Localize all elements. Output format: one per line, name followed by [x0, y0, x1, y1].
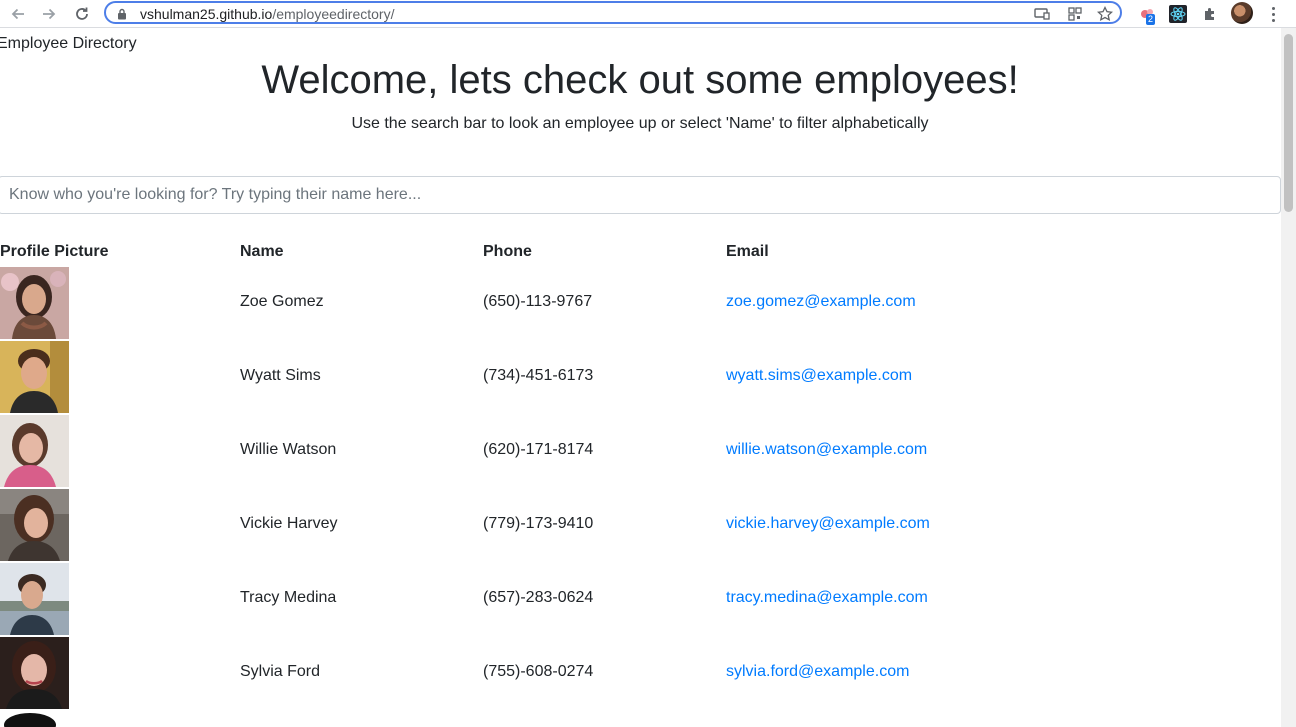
profile-picture [0, 563, 69, 635]
page-title: Welcome, lets check out some employees! [261, 58, 1019, 102]
table-row: Tracy Medina (657)-283-0624 tracy.medina… [0, 563, 1280, 637]
table-row: Sylvia Ford (755)-608-0274 sylvia.ford@e… [0, 637, 1280, 711]
employee-name: Zoe Gomez [240, 293, 324, 310]
employee-name: Vickie Harvey [240, 515, 338, 532]
scrollbar-thumb[interactable] [1284, 34, 1293, 212]
extensions-menu-button[interactable] [1200, 4, 1220, 24]
qr-code-icon[interactable] [1066, 6, 1084, 22]
extension-badge: 2 [1146, 14, 1156, 25]
browser-toolbar: vshulman25.github.io/employeedirectory/ … [0, 0, 1296, 28]
employee-name: Wyatt Sims [240, 367, 321, 384]
employee-email-link[interactable]: tracy.medina@example.com [726, 589, 928, 607]
profile-picture [0, 341, 69, 413]
employee-phone: (620)-171-8174 [483, 441, 594, 458]
url-path: /employeedirectory/ [272, 6, 395, 22]
employee-phone: (650)-113-9767 [483, 293, 593, 310]
forward-button[interactable] [38, 3, 60, 25]
employee-name: Willie Watson [240, 441, 337, 458]
react-icon [1169, 5, 1187, 23]
reload-icon [76, 7, 88, 20]
navbar-brand[interactable]: Employee Directory [0, 35, 137, 53]
table-row: Willie Watson (620)-171-8174 willie.wats… [0, 415, 1280, 489]
table-row: Zoe Gomez (650)-113-9767 zoe.gomez@examp… [0, 267, 1280, 341]
arrow-left-icon [11, 8, 24, 20]
arrow-right-icon [43, 8, 56, 20]
column-header-name[interactable]: Name [240, 243, 284, 261]
employee-name: Sylvia Ford [240, 663, 321, 680]
employee-phone: (779)-173-9410 [483, 515, 594, 532]
puzzle-icon [1205, 8, 1214, 20]
column-header-phone: Phone [483, 243, 532, 260]
profile-avatar[interactable] [1231, 2, 1253, 24]
employee-phone: (755)-608-0274 [483, 663, 594, 680]
employee-email-link[interactable]: zoe.gomez@example.com [726, 293, 916, 311]
lock-icon [117, 7, 127, 25]
employee-phone: (657)-283-0624 [483, 589, 594, 606]
employee-email-link[interactable]: sylvia.ford@example.com [726, 663, 909, 681]
back-button[interactable] [7, 3, 29, 25]
url-text: vshulman25.github.io/employeedirectory/ [140, 6, 394, 22]
table-row: Wyatt Sims (734)-451-6173 wyatt.sims@exa… [0, 341, 1280, 415]
profile-picture [0, 711, 69, 727]
profile-picture [0, 489, 69, 561]
cast-icon[interactable] [1033, 6, 1051, 22]
employee-name: Tracy Medina [240, 589, 337, 606]
profile-picture [0, 267, 69, 339]
reload-button[interactable] [71, 3, 93, 25]
search-input[interactable] [0, 176, 1281, 214]
employee-email-link[interactable]: wyatt.sims@example.com [726, 367, 912, 385]
employee-email-link[interactable]: willie.watson@example.com [726, 441, 927, 459]
bookmark-star-icon[interactable] [1096, 6, 1114, 22]
page-subtitle: Use the search bar to look an employee u… [351, 115, 929, 132]
employee-email-link[interactable]: vickie.harvey@example.com [726, 515, 930, 533]
profile-picture [0, 637, 69, 709]
employee-phone: (734)-451-6173 [483, 367, 594, 384]
page-scrollbar[interactable] [1281, 28, 1296, 727]
profile-picture [0, 415, 69, 487]
column-header-profile-picture: Profile Picture [0, 243, 109, 260]
url-host: vshulman25.github.io [140, 6, 273, 22]
table-row: Vickie Harvey (779)-173-9410 vickie.harv… [0, 489, 1280, 563]
column-header-email: Email [726, 243, 769, 260]
react-devtools-button[interactable] [1168, 4, 1188, 24]
address-bar[interactable]: vshulman25.github.io/employeedirectory/ [104, 1, 1122, 24]
browser-menu-icon[interactable] [1266, 4, 1282, 24]
